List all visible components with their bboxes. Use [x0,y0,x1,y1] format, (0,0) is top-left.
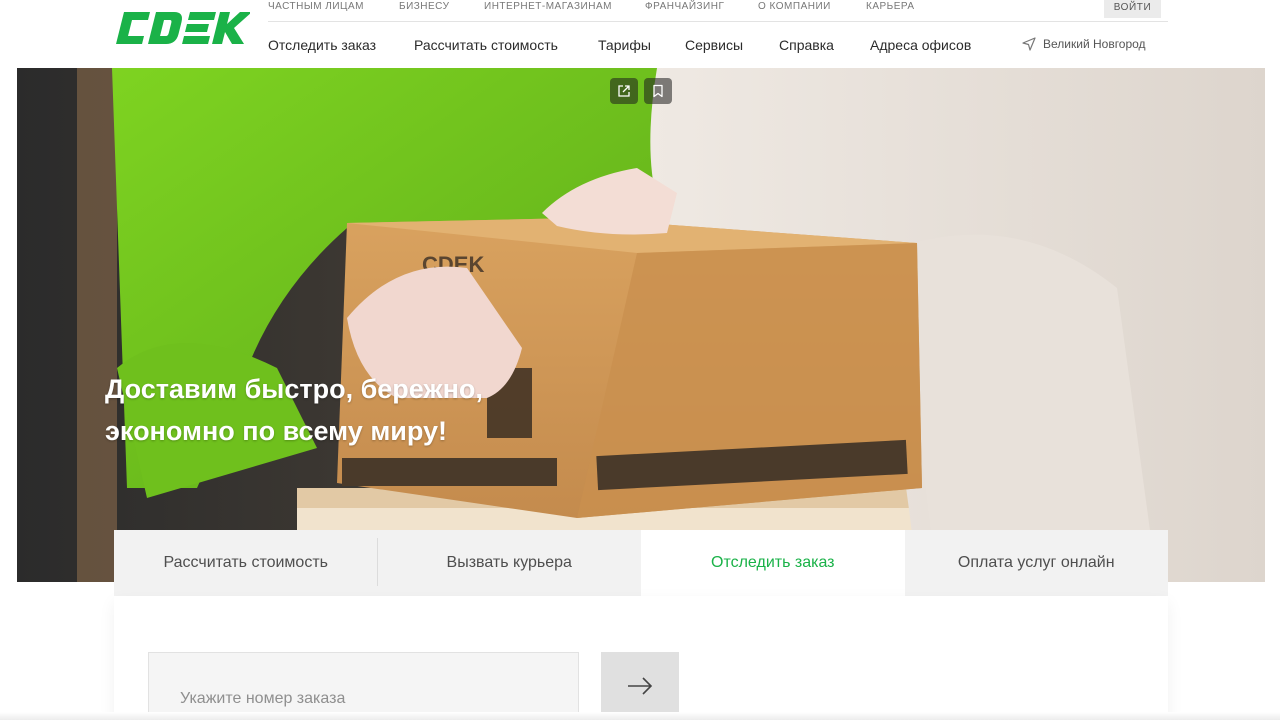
order-number-input[interactable] [148,652,579,720]
arrow-right-icon [628,677,653,695]
hero-banner: CDEK Доставим быстро, бережно, экономно … [17,68,1265,582]
tab-label: Отследить заказ [711,554,835,571]
top-nav-eshops[interactable]: ИНТЕРНЕТ-МАГАЗИНАМ [484,1,612,12]
top-nav-private[interactable]: ЧАСТНЫМ ЛИЦАМ [268,1,364,12]
tab-label: Рассчитать стоимость [163,554,328,571]
bookmark-icon [653,84,663,98]
tab-label: Оплата услуг онлайн [957,554,1115,571]
share-icon [618,85,630,97]
tab-calculate[interactable]: Рассчитать стоимость [114,530,378,596]
service-tabs: Рассчитать стоимость Вызвать курьера Отс… [114,530,1168,596]
city-name: Великий Новгород [1043,37,1146,51]
main-nav: Отследить заказ Рассчитать стоимость Тар… [268,37,1168,57]
main-nav-calculate[interactable]: Рассчитать стоимость [414,37,558,53]
location-arrow-icon [1022,37,1036,51]
main-nav-services[interactable]: Сервисы [685,37,743,53]
cdek-logo[interactable] [112,8,250,48]
top-nav-business[interactable]: БИЗНЕСУ [399,1,449,12]
bookmark-button[interactable] [644,78,672,104]
main-nav-tariffs[interactable]: Тарифы [598,37,651,53]
top-nav-career[interactable]: КАРЬЕРА [866,1,915,12]
tab-track-order[interactable]: Отследить заказ [641,530,905,596]
site-header: ЧАСТНЫМ ЛИЦАМ БИЗНЕСУ ИНТЕРНЕТ-МАГАЗИНАМ… [0,0,1280,68]
top-nav: ЧАСТНЫМ ЛИЦАМ БИЗНЕСУ ИНТЕРНЕТ-МАГАЗИНАМ… [268,0,1168,22]
tab-online-payment[interactable]: Оплата услуг онлайн [905,530,1169,596]
city-selector[interactable]: Великий Новгород [1022,37,1146,51]
top-nav-about[interactable]: О КОМПАНИИ [758,1,831,12]
main-nav-offices[interactable]: Адреса офисов [870,37,971,53]
share-button[interactable] [610,78,638,104]
track-submit-button[interactable] [601,652,679,720]
page-bottom-edge [0,712,1280,720]
main-nav-track[interactable]: Отследить заказ [268,37,376,53]
login-button[interactable]: ВОЙТИ [1104,0,1161,18]
hero-image: CDEK [17,68,1265,582]
tracking-panel [114,596,1168,720]
hero-title-line-2: экономно по всему миру! [105,416,448,446]
main-nav-help[interactable]: Справка [779,37,834,53]
hero-title-line-1: Доставим быстро, бережно, [105,374,483,404]
tab-label: Вызвать курьера [446,554,572,571]
hero-title: Доставим быстро, бережно, экономно по вс… [105,368,483,452]
tab-call-courier[interactable]: Вызвать курьера [378,530,642,596]
top-nav-franchise[interactable]: ФРАНЧАЙЗИНГ [645,1,724,12]
